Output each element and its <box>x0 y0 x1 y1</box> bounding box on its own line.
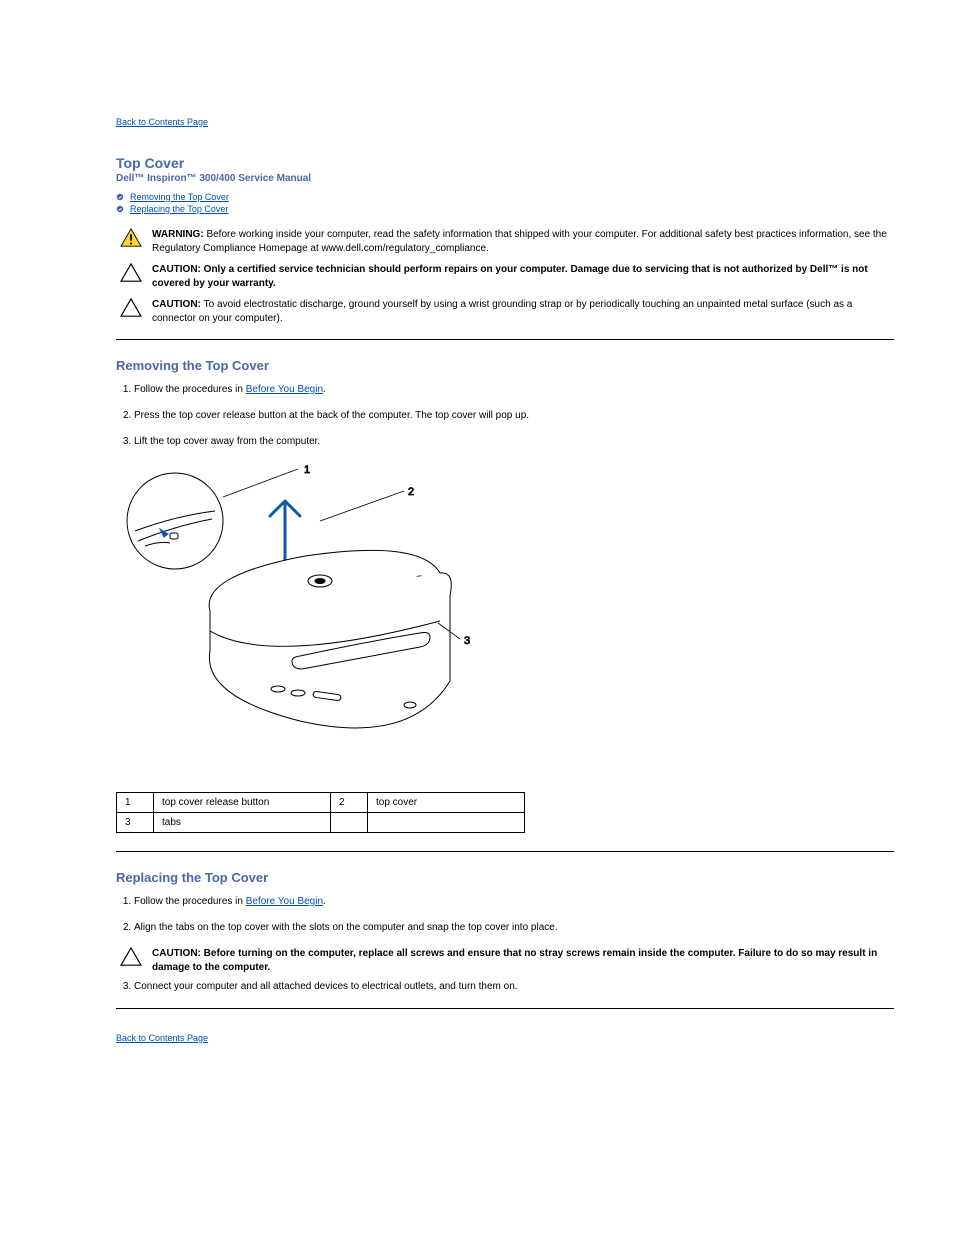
before-you-begin-link[interactable]: Before You Begin <box>246 384 323 395</box>
table-cell: 3 <box>117 813 154 833</box>
step-item: Follow the procedures in Before You Begi… <box>134 895 894 909</box>
table-cell: top cover release button <box>154 793 331 813</box>
back-to-contents-top[interactable]: Back to Contents Page <box>116 117 208 127</box>
bullet-icon <box>116 205 124 213</box>
page-subtitle: Dell™ Inspiron™ 300/400 Service Manual <box>116 173 894 184</box>
caution-icon <box>120 947 142 967</box>
svg-text:3: 3 <box>464 635 470 647</box>
caution-notice-2: CAUTION: To avoid electrostatic discharg… <box>116 298 894 325</box>
parts-table: 1 top cover release button 2 top cover 3… <box>116 792 525 833</box>
warning-body: Before working inside your computer, rea… <box>152 229 887 254</box>
section-replacing-title: Replacing the Top Cover <box>116 870 894 885</box>
step-item: Connect your computer and all attached d… <box>134 980 894 994</box>
step-item: Follow the procedures in Before You Begi… <box>134 383 894 397</box>
divider <box>116 1008 894 1009</box>
steps-replacing: Follow the procedures in Before You Begi… <box>116 895 894 935</box>
caution-label-2: CAUTION: <box>152 299 204 310</box>
steps-removing: Follow the procedures in Before You Begi… <box>116 383 894 449</box>
caution-postwork-body: Before turning on the computer, replace … <box>152 948 877 973</box>
caution-body-2: To avoid electrostatic discharge, ground… <box>152 299 852 324</box>
caution-icon <box>120 298 142 318</box>
warning-notice: WARNING: Before working inside your comp… <box>116 228 894 255</box>
svg-text:1: 1 <box>304 464 310 476</box>
caution-text-1: CAUTION: Only a certified service techni… <box>152 263 894 290</box>
table-cell: 1 <box>117 793 154 813</box>
caution-postwork: CAUTION: Before turning on the computer,… <box>116 947 894 974</box>
table-cell: tabs <box>154 813 331 833</box>
toc-link-removing[interactable]: Removing the Top Cover <box>130 192 229 202</box>
step-item: Press the top cover release button at th… <box>134 409 894 423</box>
toc-link-replacing[interactable]: Replacing the Top Cover <box>130 204 228 214</box>
svg-text:2: 2 <box>408 486 414 498</box>
back-to-contents-bottom[interactable]: Back to Contents Page <box>116 1033 208 1043</box>
divider <box>116 851 894 852</box>
table-cell: 2 <box>331 793 368 813</box>
page-title: Top Cover <box>116 155 894 171</box>
table-cell: top cover <box>368 793 525 813</box>
warning-icon <box>120 228 142 248</box>
caution-notice-1: CAUTION: Only a certified service techni… <box>116 263 894 290</box>
caution-icon <box>120 263 142 283</box>
divider <box>116 339 894 340</box>
caution-postwork-label: CAUTION: <box>152 948 204 959</box>
device-illustration: 1 2 3 <box>120 461 894 776</box>
before-you-begin-link[interactable]: Before You Begin <box>246 896 323 907</box>
steps-final: Connect your computer and all attached d… <box>116 980 894 994</box>
toc-bullets: Removing the Top Cover Replacing the Top… <box>116 192 894 214</box>
warning-text: WARNING: Before working inside your comp… <box>152 228 894 255</box>
caution-body-1: Only a certified service technician shou… <box>152 264 868 289</box>
step-text-prefix: Follow the procedures in <box>134 384 246 395</box>
bullet-icon <box>116 193 124 201</box>
table-cell <box>368 813 525 833</box>
step-text-suffix: . <box>323 384 326 395</box>
page-content: Back to Contents Page Top Cover Dell™ In… <box>0 0 954 1086</box>
table-row: 3 tabs <box>117 813 525 833</box>
table-cell <box>331 813 368 833</box>
table-row: 1 top cover release button 2 top cover <box>117 793 525 813</box>
step-item: Lift the top cover away from the compute… <box>134 435 894 449</box>
caution-postwork-text: CAUTION: Before turning on the computer,… <box>152 947 894 974</box>
section-removing-title: Removing the Top Cover <box>116 358 894 373</box>
step-item: Align the tabs on the top cover with the… <box>134 921 894 935</box>
caution-text-2: CAUTION: To avoid electrostatic discharg… <box>152 298 894 325</box>
warning-label: WARNING: <box>152 229 206 240</box>
step-text-prefix: Follow the procedures in <box>134 896 246 907</box>
step-text-suffix: . <box>323 896 326 907</box>
caution-label-1: CAUTION: <box>152 264 204 275</box>
